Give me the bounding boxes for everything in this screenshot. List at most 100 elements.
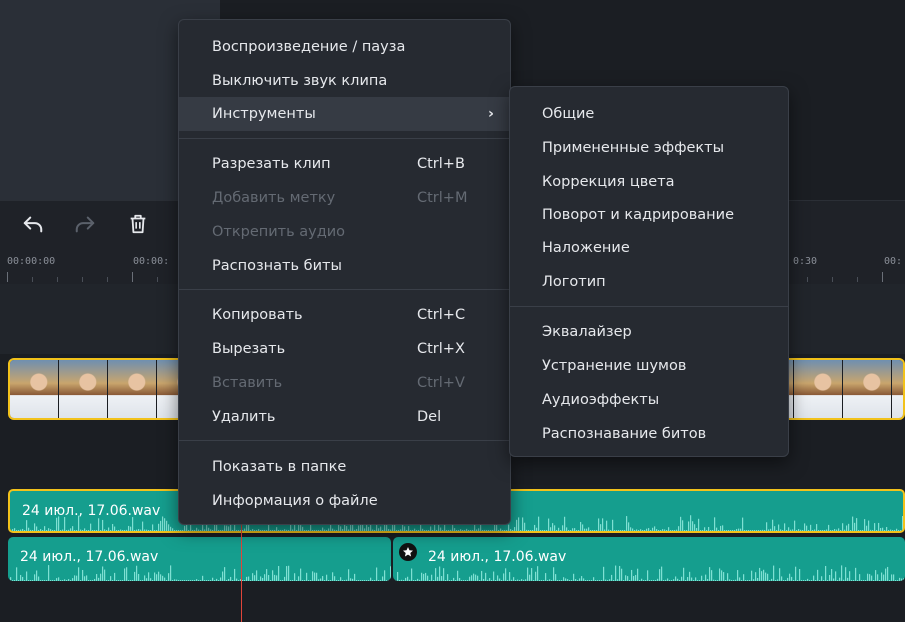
menu-item-show-in-folder[interactable]: Показать в папке <box>179 450 510 484</box>
waveform-bar <box>282 530 284 531</box>
waveform-bar <box>408 526 410 531</box>
waveform-bar <box>888 530 890 531</box>
waveform-bar <box>539 580 541 581</box>
waveform-bar <box>186 580 188 581</box>
ruler-tick <box>832 277 833 282</box>
submenu-item-color-correction[interactable]: Коррекция цвета <box>510 165 788 199</box>
waveform-bar <box>228 578 230 581</box>
waveform-bar <box>839 577 841 581</box>
waveform-bar <box>546 530 548 531</box>
menu-item-delete[interactable]: Удалить Del <box>179 400 510 434</box>
waveform-bar <box>494 524 496 531</box>
waveform-bar <box>580 521 582 531</box>
waveform-bar <box>48 528 50 531</box>
waveform-bar <box>116 580 118 581</box>
menu-item-tools[interactable]: Инструменты › <box>179 97 510 131</box>
waveform-bar <box>322 576 324 581</box>
waveform-bar <box>152 524 154 531</box>
menu-item-cut[interactable]: Вырезать Ctrl+X <box>179 332 510 366</box>
submenu-item-general[interactable]: Общие <box>510 97 788 131</box>
waveform-bar <box>641 578 643 581</box>
waveform-bar <box>638 530 640 531</box>
waveform-bar <box>834 529 836 531</box>
waveform-bar <box>54 530 56 531</box>
waveform-bar <box>519 580 521 581</box>
menu-item-file-info[interactable]: Информация о файле <box>179 484 510 518</box>
waveform-bar <box>182 530 184 531</box>
waveform-bar <box>627 576 629 581</box>
menu-item-detach-audio[interactable]: Открепить аудио <box>179 215 510 249</box>
waveform-bar <box>703 580 705 581</box>
waveform-bar <box>582 524 584 531</box>
waveform-bar <box>192 580 194 581</box>
waveform-bar <box>136 565 138 581</box>
waveform-bar <box>280 529 282 531</box>
redo-button[interactable] <box>72 211 98 237</box>
waveform-bar <box>596 530 598 531</box>
waveform-bar <box>828 524 830 531</box>
menu-item-label: Вырезать <box>212 341 286 357</box>
audio-clip[interactable]: 24 июл., 17.06.wav <box>393 537 905 581</box>
submenu-item-rotate-crop[interactable]: Поворот и кадрирование <box>510 198 788 232</box>
waveform-bar <box>354 573 356 581</box>
waveform-bar <box>616 530 618 531</box>
submenu-item-beat-detection[interactable]: Распознавание битов <box>510 417 788 451</box>
waveform-bar <box>160 520 162 531</box>
submenu-item-applied-effects[interactable]: Примененные эффекты <box>510 131 788 165</box>
submenu-item-overlay[interactable]: Наложение <box>510 231 788 265</box>
menu-item-detect-beats[interactable]: Распознать биты <box>179 249 510 283</box>
star-badge <box>399 543 417 561</box>
menu-item-label: Разрезать клип <box>212 156 331 172</box>
waveform-bar <box>398 530 400 531</box>
undo-button[interactable] <box>20 211 46 237</box>
submenu-item-logo[interactable]: Логотип <box>510 265 788 299</box>
menu-item-mute-clip[interactable]: Выключить звук клипа <box>179 64 510 98</box>
waveform-bar <box>384 570 386 581</box>
waveform-bar <box>451 580 453 581</box>
waveform-bar <box>677 578 679 581</box>
submenu-item-audio-effects[interactable]: Аудиоэффекты <box>510 383 788 417</box>
menu-item-copy[interactable]: Копировать Ctrl+C <box>179 298 510 332</box>
waveform-bar <box>735 579 737 581</box>
menu-item-play-pause[interactable]: Воспроизведение / пауза <box>179 30 510 64</box>
audio-waveform <box>10 565 391 581</box>
waveform-bar <box>693 580 695 581</box>
ruler-tick <box>57 277 58 282</box>
waveform-bar <box>194 580 196 581</box>
menu-item-split-clip[interactable]: Разрезать клип Ctrl+B <box>179 147 510 181</box>
waveform-bar <box>264 574 266 581</box>
waveform-bar <box>46 530 48 531</box>
menu-item-paste[interactable]: Вставить Ctrl+V <box>179 366 510 400</box>
waveform-bar <box>30 580 32 581</box>
waveform-bar <box>869 574 871 581</box>
waveform-bar <box>346 526 348 531</box>
submenu-item-noise-removal[interactable]: Устранение шумов <box>510 349 788 383</box>
waveform-bar <box>843 579 845 581</box>
audio-clip[interactable]: 24 июл., 17.06.wav <box>8 537 391 581</box>
submenu-item-equalizer[interactable]: Эквалайзер <box>510 315 788 349</box>
waveform-bar <box>768 529 770 531</box>
menu-item-label: Удалить <box>212 409 276 425</box>
waveform-bar <box>447 574 449 581</box>
waveform-bar <box>860 530 862 531</box>
waveform-bar <box>374 530 376 531</box>
waveform-bar <box>603 566 605 581</box>
waveform-bar <box>654 526 656 531</box>
menu-item-add-marker[interactable]: Добавить метку Ctrl+M <box>179 181 510 215</box>
waveform-bar <box>390 566 391 581</box>
menu-item-label: Добавить метку <box>212 190 336 206</box>
menu-item-label: Логотип <box>542 274 606 290</box>
waveform-bar <box>796 530 798 531</box>
waveform-bar <box>262 530 264 531</box>
waveform-bar <box>778 524 780 531</box>
waveform-bar <box>683 567 685 581</box>
waveform-bar <box>676 529 678 531</box>
waveform-bar <box>500 528 502 531</box>
waveform-bar <box>659 569 661 581</box>
waveform-bar <box>82 530 84 531</box>
delete-button[interactable] <box>125 211 151 237</box>
waveform-bar <box>770 528 772 531</box>
menu-item-label: Выключить звук клипа <box>212 73 388 89</box>
waveform-bar <box>686 530 688 531</box>
waveform-bar <box>666 530 668 531</box>
